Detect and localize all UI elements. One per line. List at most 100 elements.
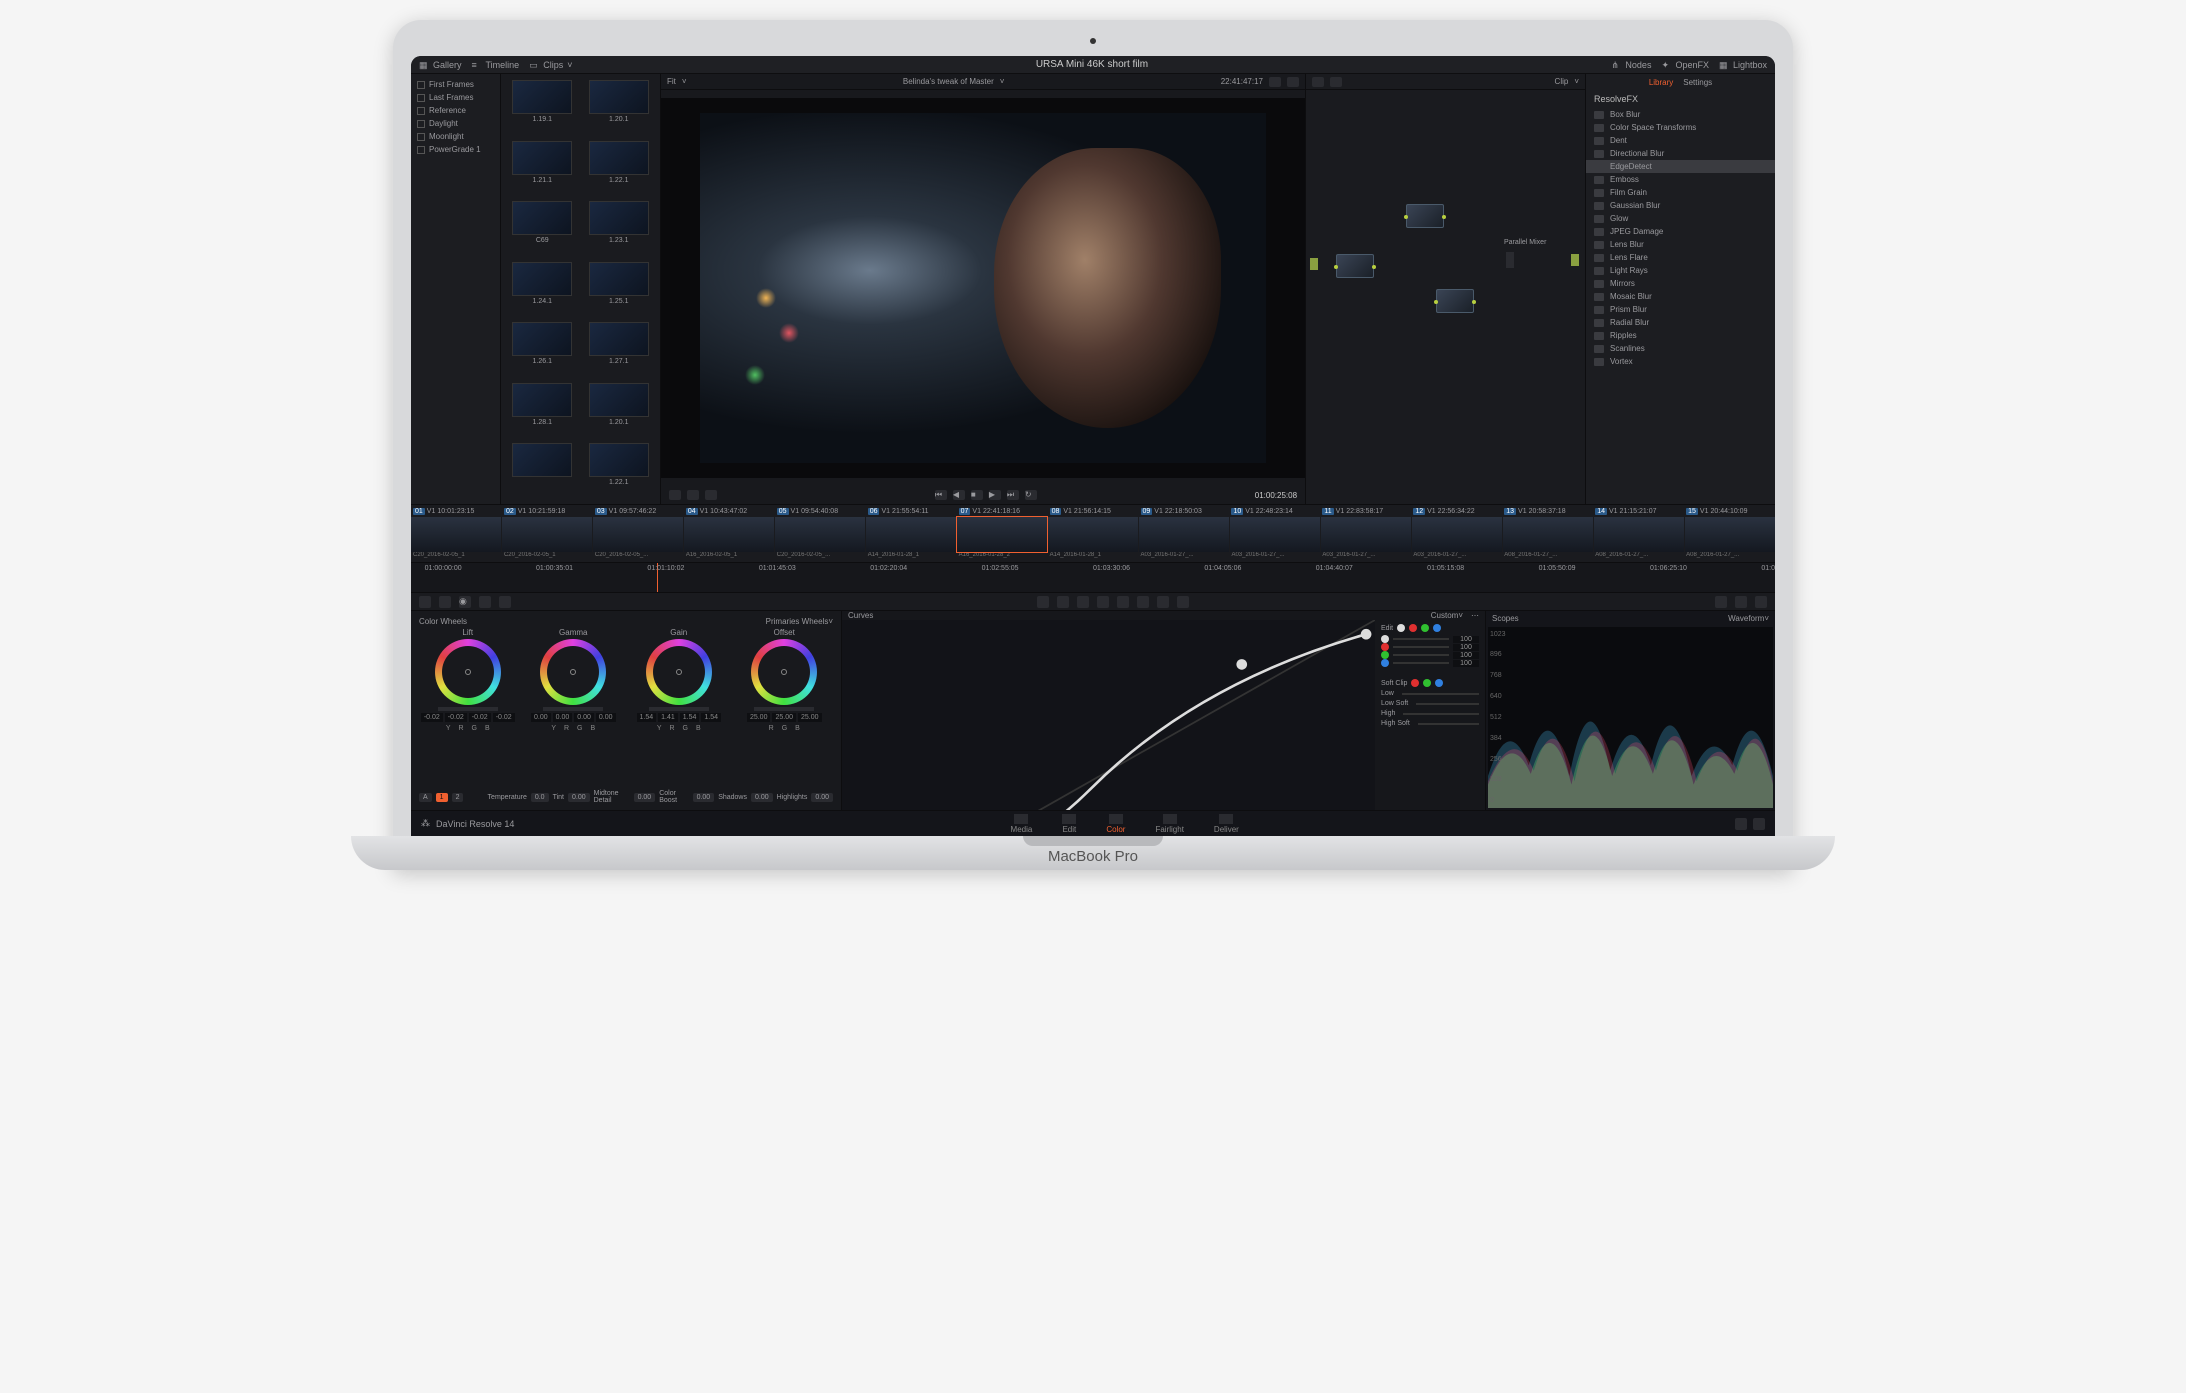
page-1[interactable]: 1 — [436, 793, 448, 802]
timeline-toggle[interactable]: ≡Timeline — [472, 60, 520, 70]
fx-item[interactable]: Radial Blur — [1586, 316, 1775, 329]
page-2[interactable]: 2 — [452, 793, 464, 802]
fx-item[interactable]: Directional Blur — [1586, 147, 1775, 160]
clips-toggle[interactable]: ▭Clips˅ — [529, 60, 572, 70]
timeline-clip[interactable] — [1230, 517, 1320, 552]
key-icon[interactable] — [1117, 596, 1129, 608]
album-item[interactable]: Last Frames — [417, 91, 494, 104]
timeline-clip[interactable] — [684, 517, 774, 552]
parallel-mixer[interactable] — [1506, 252, 1514, 268]
channel-intensity-row[interactable] — [1381, 635, 1479, 643]
node-input[interactable] — [1310, 258, 1318, 270]
timeline-clip[interactable] — [866, 517, 956, 552]
still-thumb[interactable]: 1.19.1 — [507, 80, 578, 135]
still-thumb[interactable]: 1.26.1 — [507, 322, 578, 377]
album-item[interactable]: Reference — [417, 104, 494, 117]
fit-menu[interactable]: Fit — [667, 77, 676, 86]
timeline-clip[interactable] — [593, 517, 683, 552]
wipe-icon[interactable] — [687, 490, 699, 500]
fx-item[interactable]: JPEG Damage — [1586, 225, 1775, 238]
timeline-clip[interactable] — [1503, 517, 1593, 552]
still-thumb[interactable]: 1.27.1 — [584, 322, 655, 377]
pointer-icon[interactable] — [1312, 77, 1324, 87]
still-thumb[interactable]: C69 — [507, 201, 578, 256]
data-burn-icon[interactable] — [1177, 596, 1189, 608]
curves-mode-menu[interactable]: Custom — [1431, 611, 1459, 620]
fx-item[interactable]: Prism Blur — [1586, 303, 1775, 316]
low-slider[interactable] — [1402, 693, 1479, 695]
fx-item[interactable]: Ripples — [1586, 329, 1775, 342]
edit-r-swatch[interactable] — [1409, 624, 1417, 632]
channel-intensity-row[interactable] — [1381, 643, 1479, 651]
gallery-toggle[interactable]: ▦Gallery — [419, 60, 462, 70]
tool-curves-icon[interactable] — [479, 596, 491, 608]
settings-tab[interactable]: Settings — [1683, 78, 1712, 87]
nodes-toggle[interactable]: ⋔Nodes — [1611, 60, 1651, 70]
fx-item[interactable]: Lens Flare — [1586, 251, 1775, 264]
node-03[interactable] — [1436, 289, 1474, 313]
library-tab[interactable]: Library — [1649, 78, 1673, 87]
play-button[interactable]: ▶ — [989, 490, 1001, 500]
picker-icon[interactable] — [669, 490, 681, 500]
stereo-icon[interactable] — [1157, 596, 1169, 608]
fx-item[interactable]: Lens Blur — [1586, 238, 1775, 251]
viewer-expand-icon[interactable] — [1287, 77, 1299, 87]
edit-g-swatch[interactable] — [1421, 624, 1429, 632]
channel-intensity-row[interactable] — [1381, 651, 1479, 659]
viewer-opt-icon[interactable] — [1269, 77, 1281, 87]
still-thumb[interactable]: 1.24.1 — [507, 262, 578, 317]
fx-item[interactable]: Emboss — [1586, 173, 1775, 186]
tool-camera-raw-icon[interactable] — [419, 596, 431, 608]
color-wheel[interactable]: Gamma0.000.000.000.00YRGB — [525, 628, 623, 788]
timeline-clip[interactable] — [957, 517, 1047, 552]
curve-editor[interactable] — [842, 620, 1375, 836]
channel-intensity-row[interactable] — [1381, 659, 1479, 667]
album-item[interactable]: PowerGrade 1 — [417, 143, 494, 156]
page-fairlight[interactable]: Fairlight — [1155, 814, 1183, 834]
scopes-icon[interactable] — [1735, 596, 1747, 608]
fx-item[interactable]: Dent — [1586, 134, 1775, 147]
timeline-clip[interactable] — [775, 517, 865, 552]
album-item[interactable]: Daylight — [417, 117, 494, 130]
fx-item[interactable]: Color Space Transforms — [1586, 121, 1775, 134]
fx-item[interactable]: Box Blur — [1586, 108, 1775, 121]
fx-item[interactable]: Mirrors — [1586, 277, 1775, 290]
still-thumb[interactable]: 1.20.1 — [584, 383, 655, 438]
window-icon[interactable] — [1057, 596, 1069, 608]
fx-item[interactable]: Scanlines — [1586, 342, 1775, 355]
timeline-clip[interactable] — [411, 517, 501, 552]
clip-menu[interactable]: Clip — [1555, 77, 1569, 86]
timeline-clip[interactable] — [1048, 517, 1138, 552]
prev-frame-button[interactable]: ◀ — [953, 490, 965, 500]
fx-item[interactable]: EdgeDetect — [1586, 160, 1775, 173]
mini-timeline[interactable]: 01:00:00:0001:00:35:0101:01:10:0201:01:4… — [411, 562, 1775, 592]
fx-item[interactable]: Film Grain — [1586, 186, 1775, 199]
color-wheel[interactable]: Offset25.0025.0025.00RGB — [736, 628, 834, 788]
timeline-clip[interactable] — [1412, 517, 1502, 552]
album-item[interactable]: First Frames — [417, 78, 494, 91]
sc-g-swatch[interactable] — [1423, 679, 1431, 687]
page-media[interactable]: Media — [1011, 814, 1033, 834]
still-thumb[interactable]: 1.20.1 — [584, 80, 655, 135]
first-frame-button[interactable]: ⏮ — [935, 490, 947, 500]
tool-wheels-icon[interactable]: ◉ — [459, 596, 471, 608]
page-deliver[interactable]: Deliver — [1214, 814, 1239, 834]
timeline-clip[interactable] — [1594, 517, 1684, 552]
high-slider[interactable] — [1403, 713, 1479, 715]
grade-name[interactable]: Belinda's tweak of Master — [903, 77, 994, 86]
still-thumb[interactable]: 1.28.1 — [507, 383, 578, 438]
sc-b-swatch[interactable] — [1435, 679, 1443, 687]
last-frame-button[interactable]: ⏭ — [1007, 490, 1019, 500]
fx-item[interactable]: Glow — [1586, 212, 1775, 225]
node-02[interactable] — [1406, 204, 1444, 228]
loop-button[interactable]: ↻ — [1025, 490, 1037, 500]
still-thumb[interactable]: 1.22.1 — [584, 141, 655, 196]
blur-icon[interactable] — [1097, 596, 1109, 608]
home-icon[interactable] — [1735, 818, 1747, 830]
still-thumb[interactable]: 1.22.1 — [584, 443, 655, 498]
info-icon[interactable] — [1755, 596, 1767, 608]
node-01[interactable] — [1336, 254, 1374, 278]
timeline-clip[interactable] — [502, 517, 592, 552]
page-edit[interactable]: Edit — [1062, 814, 1076, 834]
timeline-clip[interactable] — [1321, 517, 1411, 552]
